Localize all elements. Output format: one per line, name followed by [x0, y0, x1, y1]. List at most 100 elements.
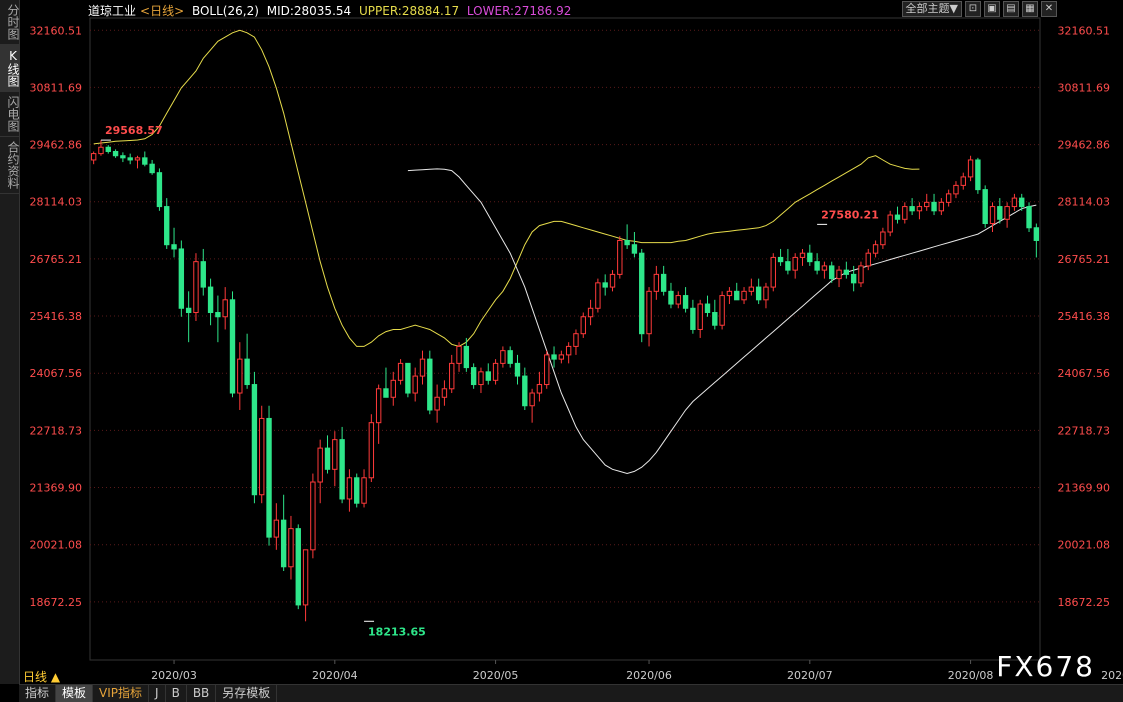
y-tick-label-right: 20021.08 — [1058, 539, 1111, 552]
candle — [675, 291, 681, 309]
candle-body — [332, 439, 338, 470]
y-tick-label-left: 21369.90 — [30, 482, 83, 495]
candle — [690, 299, 696, 334]
candle-body — [346, 477, 353, 500]
tab-template[interactable]: 模板 — [56, 685, 94, 702]
candle — [112, 149, 119, 158]
y-tick-label-left: 30811.69 — [30, 81, 83, 94]
candle — [156, 168, 163, 211]
candle-body — [266, 417, 272, 538]
candle — [229, 291, 236, 398]
candle — [273, 503, 280, 550]
tab-vip-indicator[interactable]: VIP指标 — [93, 685, 150, 702]
tab-b[interactable]: B — [166, 685, 187, 702]
candle-body — [470, 367, 477, 386]
candle — [390, 371, 396, 406]
candle — [777, 248, 784, 266]
candle-body — [887, 214, 893, 233]
candle-body — [712, 312, 718, 326]
y-tick-label-right: 26765.21 — [1058, 253, 1111, 266]
candle-body — [368, 422, 375, 479]
candle — [668, 282, 674, 309]
annotation-label: 29568.57 — [105, 124, 163, 137]
tab-indicator[interactable]: 指标 — [19, 685, 57, 702]
candle-body — [587, 307, 594, 318]
candle-body — [112, 150, 119, 157]
candle — [397, 359, 404, 385]
candle-body — [602, 282, 608, 288]
tab-bb[interactable]: BB — [187, 685, 217, 702]
candle-body — [697, 303, 703, 330]
candle-body — [1019, 197, 1025, 208]
kline-chart[interactable]: 29568.5718213.6527580.2129199.35 32160.5… — [0, 0, 1123, 702]
candle-body — [324, 447, 331, 470]
y-tick-label-right: 32160.51 — [1058, 24, 1111, 37]
candle — [237, 342, 243, 410]
y-tick-label-left: 29462.86 — [30, 139, 83, 152]
x-tick-label: 2020/09 — [1101, 669, 1123, 682]
candle — [967, 155, 974, 182]
candle-body — [989, 206, 996, 225]
bottom-tab-bar: 指标 模板 VIP指标 J B BB 另存模板 — [19, 684, 1123, 702]
candle-body — [690, 307, 696, 330]
candle — [734, 282, 740, 301]
candle — [843, 261, 850, 279]
candle-body — [134, 157, 141, 161]
candle — [127, 153, 133, 165]
candle — [105, 145, 111, 154]
candle — [514, 354, 521, 385]
candle — [90, 151, 97, 165]
tab-save-template[interactable]: 另存模板 — [216, 685, 278, 702]
candle — [149, 159, 155, 175]
candle — [419, 350, 426, 385]
period-selector[interactable]: 日线 ▲ — [23, 668, 60, 685]
candle — [639, 248, 645, 343]
candle-body — [507, 350, 513, 364]
candle-body — [1033, 227, 1040, 241]
tab-j[interactable]: J — [149, 685, 166, 702]
candle — [894, 206, 901, 224]
y-tick-label-left: 18672.25 — [30, 596, 83, 609]
candle — [266, 405, 272, 546]
candle-body — [193, 261, 199, 314]
candle-body — [792, 256, 798, 271]
candle — [200, 248, 206, 296]
candle-body — [142, 157, 148, 165]
candle-body — [288, 528, 294, 568]
candle-body — [105, 146, 111, 152]
candle — [580, 312, 586, 338]
candle-body — [938, 201, 945, 212]
candle-body — [646, 290, 652, 335]
candle-body — [865, 252, 871, 267]
candle-body — [997, 206, 1003, 220]
y-tick-label-right: 21369.90 — [1058, 482, 1111, 495]
candle — [536, 371, 543, 402]
candle-body — [653, 273, 660, 292]
candle-body — [558, 354, 565, 360]
candle — [755, 278, 762, 305]
candle-body — [427, 358, 433, 411]
candle-body — [222, 299, 228, 318]
candle — [507, 346, 513, 368]
candle — [412, 367, 418, 402]
candle-body — [405, 362, 411, 394]
candles — [90, 140, 1040, 622]
candle — [544, 350, 550, 389]
candle-body — [639, 252, 645, 335]
candle — [617, 236, 623, 279]
candle-body — [390, 379, 396, 398]
candle — [799, 248, 806, 266]
y-axis: 32160.51 32160.51 30811.69 30811.69 29462.86… — [30, 24, 1111, 609]
candle — [434, 384, 440, 423]
candle — [164, 198, 170, 249]
candle-body — [660, 273, 667, 292]
candle-body — [975, 159, 981, 191]
candle — [134, 155, 141, 169]
candle — [924, 193, 930, 211]
candle — [178, 240, 185, 317]
candle — [887, 210, 893, 237]
candle — [142, 151, 148, 167]
candle-body — [624, 239, 630, 246]
candle-body — [302, 549, 309, 606]
candle — [215, 295, 221, 343]
